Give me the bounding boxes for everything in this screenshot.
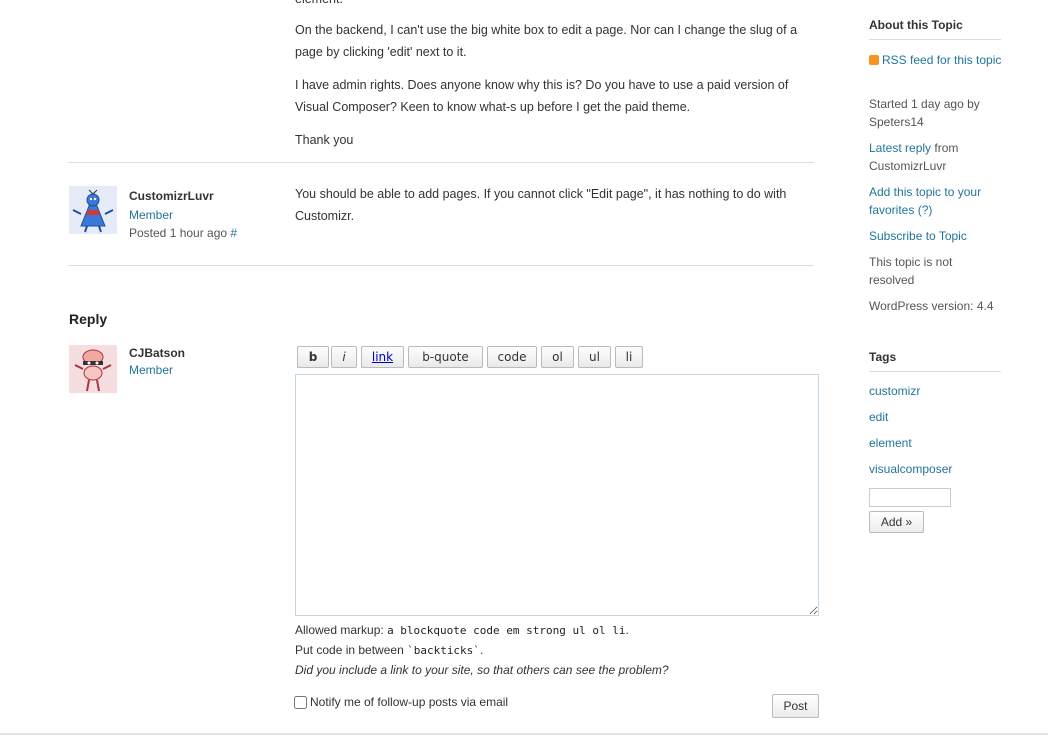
link-button[interactable]: link (361, 346, 404, 368)
blockquote-button[interactable]: b-quote (408, 346, 483, 368)
post-divider (68, 162, 814, 163)
avatar (69, 186, 117, 234)
favorites-help-link[interactable]: (?) (918, 203, 933, 217)
add-tag-button[interactable]: Add » (869, 511, 924, 533)
latest-reply-link[interactable]: Latest reply (869, 141, 931, 155)
tags-heading: Tags (869, 350, 897, 364)
wordpress-version: WordPress version: 4.4 (869, 299, 994, 313)
sidebar-divider (869, 39, 1001, 40)
notify-label[interactable]: Notify me of follow-up posts via email (310, 695, 508, 709)
post-paragraph: I have admin rights. Does anyone know wh… (295, 78, 789, 114)
code-hint-backticks: `backticks` (407, 644, 480, 657)
post-paragraph: Thank you (295, 133, 354, 147)
latest-reply: Latest reply from CustomizrLuvr (869, 139, 1009, 175)
notify-row: Notify me of follow-up posts via email (294, 695, 508, 709)
topic-started: Started 1 day ago by Speters14 (869, 95, 1009, 131)
reply-author-name[interactable]: CustomizrLuvr (129, 189, 214, 203)
code-hint: Put code in between `backticks`. (295, 643, 483, 657)
reply-permalink[interactable]: # (230, 226, 237, 240)
reply-form-author-name[interactable]: CJBatson (129, 346, 185, 360)
about-topic-heading: About this Topic (869, 18, 963, 32)
code-hint-text: Put code in between (295, 643, 408, 657)
tag-link[interactable]: edit (869, 410, 888, 424)
reply-form-author-role: Member (129, 363, 174, 377)
tag-link[interactable]: customizr (869, 384, 920, 398)
post-paragraph: On the backend, I can't use the big whit… (295, 23, 798, 59)
page-bottom-border (0, 733, 1048, 735)
allowed-markup-hint: Allowed markup: a blockquote code em str… (295, 623, 629, 637)
sidebar-divider (869, 371, 1001, 372)
notify-checkbox[interactable] (294, 695, 307, 709)
reply-heading: Reply (69, 311, 108, 327)
link-hint: Did you include a link to your site, so … (295, 663, 669, 677)
started-label: Started (869, 97, 912, 111)
reply-text: You should be able to add pages. If you … (295, 187, 787, 223)
unordered-list-button[interactable]: ul (578, 346, 611, 368)
tag-link[interactable]: visualcomposer (869, 462, 952, 476)
started-ago-link[interactable]: 1 day ago (911, 97, 964, 111)
bold-button[interactable]: b (297, 346, 329, 368)
punctuation: . (625, 623, 629, 637)
cut-off-text: element. (295, 0, 343, 10)
post-button[interactable]: Post (772, 694, 819, 718)
subscribe-link[interactable]: Subscribe to Topic (869, 229, 967, 243)
tag-link[interactable]: element (869, 436, 912, 450)
code-button[interactable]: code (487, 346, 537, 368)
latest-author-link[interactable]: CustomizrLuvr (869, 159, 946, 173)
allowed-markup-label: Allowed markup: (295, 623, 384, 637)
italic-button[interactable]: i (331, 346, 357, 368)
post-divider (68, 265, 814, 266)
allowed-markup-tags: a blockquote code em strong ul ol li (387, 624, 626, 637)
reply-textarea[interactable] (295, 374, 819, 616)
rss-feed-link[interactable]: RSS feed for this topic (882, 53, 1001, 67)
list-item-button[interactable]: li (615, 346, 643, 368)
resolved-status: This topic is not resolved (869, 255, 953, 287)
ordered-list-button[interactable]: ol (541, 346, 574, 368)
started-by-label: by (963, 97, 980, 111)
latest-from-label: from (931, 141, 959, 155)
reply-posted-meta: Posted 1 hour ago # (129, 226, 237, 240)
punctuation: . (479, 643, 484, 657)
subscribe: Subscribe to Topic (869, 227, 1009, 245)
reply-posted-time: Posted 1 hour ago (129, 226, 228, 240)
rss-icon (869, 55, 879, 65)
started-author-link[interactable]: Speters14 (869, 115, 924, 129)
rss-feed[interactable]: RSS feed for this topic (869, 51, 1009, 69)
avatar (69, 345, 117, 393)
reply-author-role: Member (129, 208, 174, 222)
tag-input[interactable] (869, 488, 951, 507)
favorites: Add this topic to your favorites (?) (869, 183, 1009, 219)
